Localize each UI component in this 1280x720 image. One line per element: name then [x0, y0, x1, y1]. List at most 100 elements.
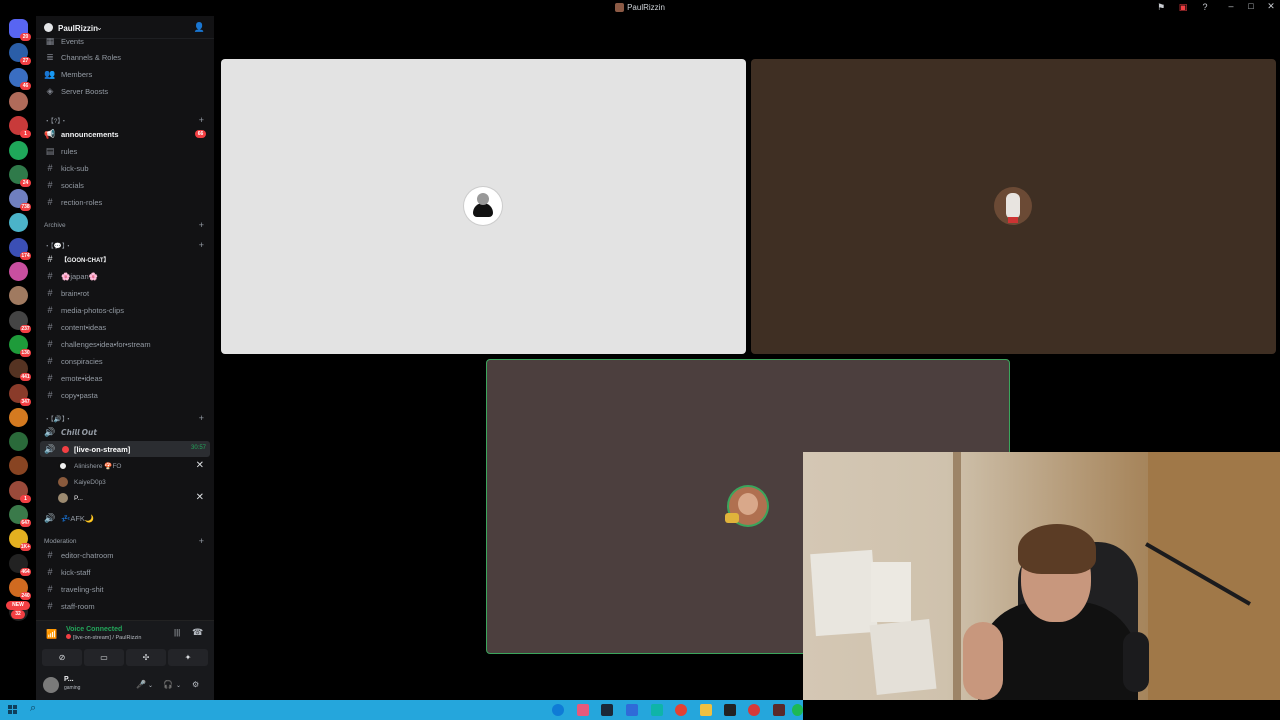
channel-emote-ideas[interactable]: # emote•ideas [40, 370, 210, 386]
channel-staff-room[interactable]: # staff-room [40, 598, 210, 614]
edge-icon[interactable] [552, 704, 564, 716]
participant-tile[interactable] [751, 59, 1276, 354]
app-icon[interactable] [773, 704, 785, 716]
server-icon[interactable]: 1 [9, 116, 31, 139]
category-voice[interactable]: ・【🔊】・ + [44, 412, 206, 424]
invite-people-icon[interactable]: 👤 [194, 22, 205, 33]
server-icon[interactable]: 130 [9, 334, 31, 357]
soundboard-button[interactable]: ✦ [168, 649, 208, 666]
server-icon[interactable] [9, 456, 28, 476]
server-icon[interactable]: 1 [9, 480, 31, 503]
channel-kick-staff[interactable]: # kick-staff [40, 564, 210, 580]
chevron-down-icon[interactable]: ⌄ [176, 682, 181, 689]
voice-user[interactable]: Alinishere 🍄FO ✕ [58, 459, 210, 473]
server-icon[interactable] [9, 140, 28, 160]
voice-user[interactable]: P... ✕ [58, 491, 210, 505]
app-icon[interactable] [724, 704, 736, 716]
channel-kick-sub[interactable]: # kick-sub [40, 160, 210, 176]
signal-icon[interactable]: 📶 [46, 629, 57, 640]
pin-icon[interactable]: ⚑ [1156, 2, 1166, 12]
server-icon[interactable]: 441 [9, 359, 31, 382]
help-icon[interactable]: ? [1200, 2, 1210, 12]
windows-start-icon[interactable] [8, 705, 18, 715]
headphones-icon[interactable]: 🎧 [163, 680, 173, 689]
avatar[interactable] [43, 677, 59, 693]
channel-goon-chat[interactable]: # 【GOON-CHAT】 [40, 251, 210, 267]
add-channel-icon[interactable]: + [199, 536, 204, 546]
category-moderation[interactable]: Moderation + [44, 535, 206, 547]
server-icon[interactable]: 347 [9, 383, 31, 406]
channel-media-photos-clips[interactable]: # media-photos-clips [40, 302, 210, 318]
maximize-button[interactable]: □ [1246, 1, 1256, 12]
minimize-button[interactable]: – [1226, 1, 1236, 12]
add-channel-icon[interactable]: + [199, 220, 204, 230]
channel-challenges[interactable]: # challenges•idea•for•stream [40, 336, 210, 352]
server-icon[interactable]: 240 [9, 577, 31, 600]
server-icon[interactable] [9, 286, 28, 306]
voice-channel-chill-out[interactable]: 🔊 𝘾𝙝𝙞𝙡𝙡 𝙊𝙪𝙩 [40, 424, 210, 440]
steam-icon[interactable] [601, 704, 613, 716]
add-channel-icon[interactable]: + [199, 240, 204, 250]
server-icon[interactable]: 464 [9, 553, 31, 576]
spotify-icon[interactable] [792, 704, 803, 716]
server-icon[interactable]: 738 [9, 189, 31, 212]
server-icon[interactable] [9, 91, 28, 111]
channel-copy-pasta[interactable]: # copy•pasta [40, 387, 210, 403]
app-icon[interactable] [651, 704, 663, 716]
server-icon[interactable] [9, 213, 28, 233]
voice-channel-live-on-stream[interactable]: 🔊 [live-on-stream] 30:57 [40, 441, 210, 457]
server-icon[interactable]: 20 [9, 19, 31, 41]
add-channel-icon[interactable]: + [199, 413, 204, 423]
add-channel-icon[interactable]: + [199, 115, 204, 125]
sidebar-item-server-boosts[interactable]: ◈ Server Boosts [40, 83, 210, 99]
chevron-down-icon[interactable]: ⌄ [148, 682, 153, 689]
server-icon[interactable]: 46 [9, 67, 31, 90]
server-icon[interactable]: 647 [9, 505, 31, 527]
channel-rules[interactable]: ▤ rules [40, 143, 210, 159]
file-explorer-icon[interactable] [700, 704, 712, 716]
channel-conspiracies[interactable]: # conspiracies [40, 353, 210, 369]
participant-tile[interactable] [221, 59, 746, 354]
app-icon[interactable] [577, 704, 589, 716]
channel-announcements[interactable]: 📢 announcements 66 [40, 126, 210, 142]
channel-content-ideas[interactable]: # content•ideas [40, 319, 210, 335]
camera-button[interactable]: ⊘ [42, 649, 82, 666]
screen-share-button[interactable]: ▭ [84, 649, 124, 666]
channel-reaction-roles[interactable]: # rection-roles [40, 194, 210, 210]
activities-button[interactable]: ✣ [126, 649, 166, 666]
channel-brain-rot[interactable]: # brain•rot [40, 285, 210, 301]
inbox-icon[interactable]: ▣ [1178, 2, 1188, 12]
sidebar-item-channels-roles[interactable]: ≣ Channels & Roles [40, 49, 210, 65]
server-icon[interactable]: 237 [9, 310, 31, 333]
server-icon[interactable] [9, 407, 28, 427]
chrome-icon[interactable] [675, 704, 687, 716]
server-icon[interactable]: 24 [9, 164, 31, 187]
sidebar-item-members[interactable]: 👥 Members [40, 66, 210, 82]
noise-suppression-icon[interactable]: ||| [174, 628, 180, 637]
microphone-icon[interactable]: 🎤 [136, 680, 146, 689]
channel-japan[interactable]: # 🌸japan🌸 [40, 268, 210, 284]
server-icon[interactable]: 27 [9, 43, 31, 66]
server-icon[interactable]: 1K+ [9, 529, 31, 552]
channel-editor-chatroom[interactable]: # editor-chatroom [40, 547, 210, 563]
search-icon[interactable]: ⌕ [30, 702, 36, 715]
new-unreads-badge[interactable]: NEW [6, 601, 30, 610]
channel-traveling[interactable]: # traveling-shit [40, 581, 210, 597]
sidebar-item-events[interactable]: ▦ Events [40, 36, 210, 46]
app-icon[interactable] [626, 704, 638, 716]
voice-channel-afk[interactable]: 🔊 💤AFK🌙 [40, 510, 210, 526]
category-archive[interactable]: Archive + [44, 219, 206, 231]
close-button[interactable]: ✕ [1266, 1, 1276, 12]
settings-gear-icon[interactable]: ⚙ [192, 680, 199, 689]
speaker-icon: 🔊 [44, 426, 56, 437]
server-icon[interactable]: 174 [9, 237, 31, 260]
server-icon[interactable] [9, 262, 28, 281]
voice-user[interactable]: KaiyeD0p3 [58, 475, 210, 489]
disconnect-icon[interactable]: ☎ [192, 627, 203, 638]
voice-channel-path[interactable]: [live-on-stream] / PaulRizzin [66, 634, 141, 641]
category-info[interactable]: ・【?】・ + [44, 114, 206, 126]
category-chat[interactable]: ・【💬】・ + [44, 239, 206, 251]
channel-socials[interactable]: # socials [40, 177, 210, 193]
obs-icon[interactable] [748, 704, 760, 716]
server-icon[interactable] [9, 432, 28, 452]
